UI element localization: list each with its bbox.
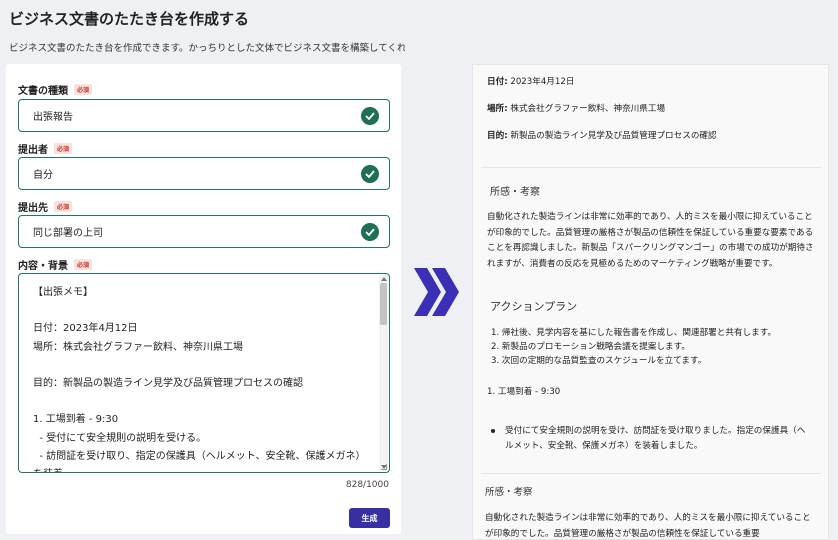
output-arrival: 1. 工場到着 - 9:30 (487, 387, 561, 397)
output-bullet-text: 受付にて安全規則の説明を受け、訪問証を受け取りました。指定の保護具（ヘルメット、… (505, 426, 806, 451)
output-purpose-key: 目的: (487, 131, 508, 141)
generate-button[interactable]: 生成 (349, 508, 390, 528)
char-count: 828/1000 (345, 480, 389, 490)
output-impressions-text: 自動化された製造ラインは非常に効率的であり、人的ミスを最小限に抑えていることが印… (487, 212, 814, 269)
required-badge: 必須 (54, 143, 73, 154)
double-chevron-right-icon (414, 268, 459, 316)
output-purpose-value: 新製品の製造ライン見学及び品質管理プロセスの確認 (507, 131, 717, 141)
recipient-value: 同じ部署の上司 (33, 228, 103, 239)
output-date-key: 日付: (487, 77, 508, 87)
submitter-label-text: 提出者 (18, 145, 48, 156)
output-divider (481, 167, 821, 168)
page-description: ビジネス文書のたたき台を作成できます。かっちりとした文体でビジネス文書を構築して… (9, 43, 405, 54)
doc-type-value: 出張報告 (33, 112, 73, 123)
check-circle-icon (361, 107, 379, 125)
submitter-field[interactable]: 自分 (18, 157, 390, 190)
output-purpose: 目的: 新製品の製造ライン見学及び品質管理プロセスの確認 (487, 129, 717, 141)
output-date-value: 2023年4月12日 (507, 77, 575, 87)
output-panel: 日付: 2023年4月12日 場所: 株式会社グラファー飲料、神奈川県工場 目的… (472, 64, 829, 540)
bullet-dot-icon (491, 429, 495, 433)
scroll-thumb[interactable] (380, 283, 387, 325)
output-place: 場所: 株式会社グラファー飲料、神奈川県工場 (487, 102, 665, 114)
recipient-label: 提出先 必須 (18, 199, 73, 214)
action-item: 1. 帰社後、見学内容を基にした報告書を作成し、関連部署と共有します。 (491, 328, 777, 338)
resize-handle-icon[interactable] (381, 464, 387, 470)
scroll-up-icon[interactable] (381, 277, 387, 281)
content-textarea-text: 【出張メモ】 日付：2023年4月12日 場所：株式会社グラファー飲料、神奈川県… (33, 287, 366, 472)
required-badge: 必須 (54, 201, 73, 212)
check-circle-icon (361, 165, 379, 183)
submitter-label: 提出者 必須 (18, 141, 73, 156)
doc-type-field[interactable]: 出張報告 (18, 99, 390, 132)
output-bullet-item: 受付にて安全規則の説明を受け、訪問証を受け取りました。指定の保護具（ヘルメット、… (489, 424, 807, 453)
output-heading-impressions-2: 所感・考察 (485, 487, 533, 498)
action-item: 2. 新製品のプロモーション戦略会議を提案します。 (491, 342, 690, 352)
content-textarea[interactable]: 【出張メモ】 日付：2023年4月12日 場所：株式会社グラファー飲料、神奈川県… (18, 273, 390, 473)
doc-type-label-text: 文書の種類 (18, 86, 68, 97)
output-divider (481, 473, 821, 474)
content-label: 内容・背景 必須 (18, 257, 93, 272)
check-circle-icon (361, 223, 379, 241)
textarea-scrollbar[interactable] (379, 275, 388, 471)
required-badge: 必須 (74, 84, 93, 95)
recipient-label-text: 提出先 (18, 203, 48, 214)
output-date: 日付: 2023年4月12日 (487, 75, 574, 87)
form-panel: 文書の種類 必須 出張報告 提出者 必須 自分 提出先 必須 同じ部署の上司 内… (6, 64, 401, 534)
output-heading-impressions: 所感・考察 (490, 187, 540, 198)
submitter-value: 自分 (33, 170, 53, 181)
output-place-value: 株式会社グラファー飲料、神奈川県工場 (507, 104, 666, 114)
doc-type-label: 文書の種類 必須 (18, 82, 93, 97)
output-action-list: 1. 帰社後、見学内容を基にした報告書を作成し、関連部署と共有します。 2. 新… (491, 326, 821, 368)
recipient-field[interactable]: 同じ部署の上司 (18, 215, 390, 248)
output-place-key: 場所: (487, 104, 508, 114)
required-badge: 必須 (74, 259, 93, 270)
page-title: ビジネス文書のたたき台を作成する (9, 10, 250, 28)
output-heading-action: アクションプラン (490, 300, 578, 313)
content-label-text: 内容・背景 (18, 261, 68, 272)
output-impressions-text-2: 自動化された製造ラインは非常に効率的であり、人的ミスを最小限に抑えていることが印… (485, 513, 811, 539)
action-item: 3. 次回の定期的な品質監査のスケジュールを立てます。 (491, 356, 707, 366)
